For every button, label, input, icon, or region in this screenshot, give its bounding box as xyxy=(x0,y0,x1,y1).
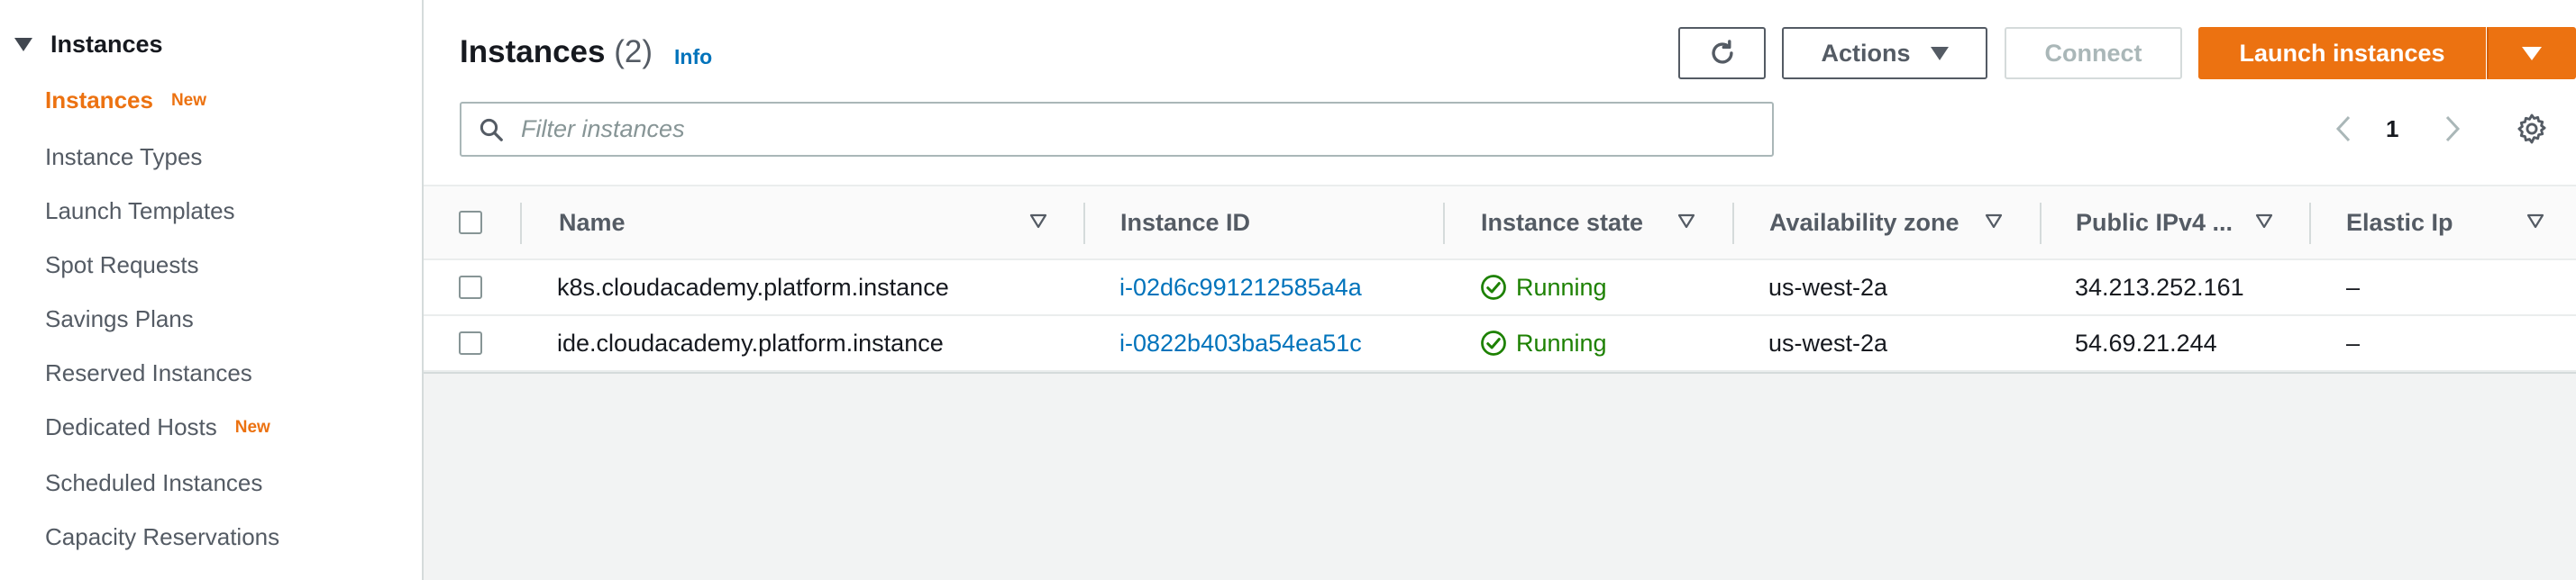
sidebar-item-capacity-reservations[interactable]: Capacity Reservations xyxy=(45,523,279,551)
sidebar-item-instances[interactable]: Instances New xyxy=(45,86,206,114)
refresh-icon xyxy=(1711,40,1733,64)
instance-state-label: Running xyxy=(1516,273,1607,301)
new-badge: New xyxy=(170,90,207,110)
column-divider xyxy=(1443,203,1445,244)
check-circle-icon xyxy=(1481,275,1506,300)
instance-id-link[interactable]: i-02d6c991212585a4a xyxy=(1119,260,1362,314)
actions-label: Actions xyxy=(1821,39,1911,67)
public-ipv4: 54.69.21.244 xyxy=(2075,329,2217,357)
sidebar: Instances Instances New Instance Types L… xyxy=(0,0,424,580)
sidebar-item-savings-plans[interactable]: Savings Plans xyxy=(45,305,194,333)
launch-options-dropdown[interactable] xyxy=(2487,27,2576,79)
filter-instances-input[interactable] xyxy=(519,114,1740,144)
refresh-button[interactable] xyxy=(1678,27,1766,79)
elastic-ip: – xyxy=(2346,273,2361,301)
launch-instances-label: Launch instances xyxy=(2239,39,2445,67)
caret-down-icon xyxy=(14,38,32,51)
instance-id-link[interactable]: i-0822b403ba54ea51c xyxy=(1119,316,1362,370)
sidebar-item-label: Launch Templates xyxy=(45,197,235,224)
chevron-right-icon[interactable] xyxy=(2440,113,2463,144)
select-all-checkbox[interactable] xyxy=(459,211,482,234)
instance-state: Running xyxy=(1480,260,1607,314)
sidebar-section-label: Instances xyxy=(50,31,163,58)
elastic-ip: – xyxy=(2346,329,2361,357)
row-checkbox[interactable] xyxy=(459,331,482,355)
column-header-availability-zone[interactable]: Availability zone xyxy=(1769,186,1959,258)
actions-button[interactable]: Actions xyxy=(1782,27,1987,79)
launch-instances-button[interactable]: Launch instances xyxy=(2198,27,2486,79)
sidebar-item-label: Capacity Reservations xyxy=(45,523,280,550)
sidebar-item-reserved-instances[interactable]: Reserved Instances xyxy=(45,359,252,387)
public-ipv4: 34.213.252.161 xyxy=(2075,273,2244,301)
sort-icon[interactable] xyxy=(2255,213,2273,230)
caret-down-icon xyxy=(2521,46,2542,60)
table-header: Name Instance ID Instance state Availabi… xyxy=(424,185,2576,260)
sidebar-item-label: Spot Requests xyxy=(45,251,199,278)
sidebar-item-launch-templates[interactable]: Launch Templates xyxy=(45,197,235,225)
sort-icon[interactable] xyxy=(1677,213,1695,230)
main-content: Instances (2) Info Actions Connect Launc… xyxy=(424,0,2576,580)
page-number[interactable]: 1 xyxy=(2386,115,2398,143)
sidebar-item-label: Reserved Instances xyxy=(45,359,252,386)
sort-icon[interactable] xyxy=(1985,213,2003,230)
column-divider xyxy=(520,203,522,244)
instance-count: (2) xyxy=(614,34,653,69)
sidebar-section-instances[interactable]: Instances xyxy=(11,31,163,59)
info-link[interactable]: Info xyxy=(674,45,712,69)
sort-icon[interactable] xyxy=(1029,213,1047,230)
sidebar-item-spot-requests[interactable]: Spot Requests xyxy=(45,251,199,279)
sidebar-item-dedicated-hosts[interactable]: Dedicated Hosts New xyxy=(45,413,270,441)
column-divider xyxy=(1732,203,1734,244)
column-header-elastic-ip[interactable]: Elastic Ip xyxy=(2346,186,2453,258)
sidebar-item-label: Scheduled Instances xyxy=(45,469,263,496)
sidebar-item-label: Instances xyxy=(45,86,153,113)
caret-down-icon xyxy=(1930,46,1949,60)
sidebar-item-label: Savings Plans xyxy=(45,305,194,332)
table-row[interactable]: ide.cloudacademy.platform.instance i-082… xyxy=(424,316,2576,372)
column-header-name[interactable]: Name xyxy=(559,186,626,258)
check-circle-icon xyxy=(1481,331,1506,356)
sort-icon[interactable] xyxy=(2526,213,2544,230)
instance-state: Running xyxy=(1480,316,1607,370)
availability-zone: us-west-2a xyxy=(1768,329,1888,357)
page-title-text: Instances xyxy=(460,34,606,69)
filter-instances-search xyxy=(460,102,1774,157)
availability-zone: us-west-2a xyxy=(1768,273,1888,301)
table-row[interactable]: k8s.cloudacademy.platform.instance i-02d… xyxy=(424,260,2576,316)
instance-state-label: Running xyxy=(1516,329,1607,357)
column-divider xyxy=(2040,203,2042,244)
connect-button[interactable]: Connect xyxy=(2005,27,2182,79)
column-divider xyxy=(2309,203,2311,244)
sidebar-item-scheduled-instances[interactable]: Scheduled Instances xyxy=(45,469,262,497)
connect-label: Connect xyxy=(2044,39,2142,67)
sidebar-item-label: Instance Types xyxy=(45,143,203,170)
column-header-instance-id[interactable]: Instance ID xyxy=(1120,186,1250,258)
search-icon xyxy=(480,118,503,141)
column-divider xyxy=(1083,203,1085,244)
instance-name: k8s.cloudacademy.platform.instance xyxy=(557,273,949,301)
row-checkbox[interactable] xyxy=(459,276,482,299)
gear-icon[interactable] xyxy=(2515,112,2549,146)
instance-name: ide.cloudacademy.platform.instance xyxy=(557,329,944,357)
sidebar-item-instance-types[interactable]: Instance Types xyxy=(45,143,202,171)
chevron-left-icon[interactable] xyxy=(2333,113,2356,144)
column-header-instance-state[interactable]: Instance state xyxy=(1481,186,1643,258)
sidebar-item-label: Dedicated Hosts xyxy=(45,413,217,440)
new-badge: New xyxy=(234,417,270,437)
instances-panel: Instances (2) Info Actions Connect Launc… xyxy=(424,0,2576,374)
page-title: Instances (2) xyxy=(460,34,653,70)
column-header-public-ipv4[interactable]: Public IPv4 ... xyxy=(2076,186,2233,258)
